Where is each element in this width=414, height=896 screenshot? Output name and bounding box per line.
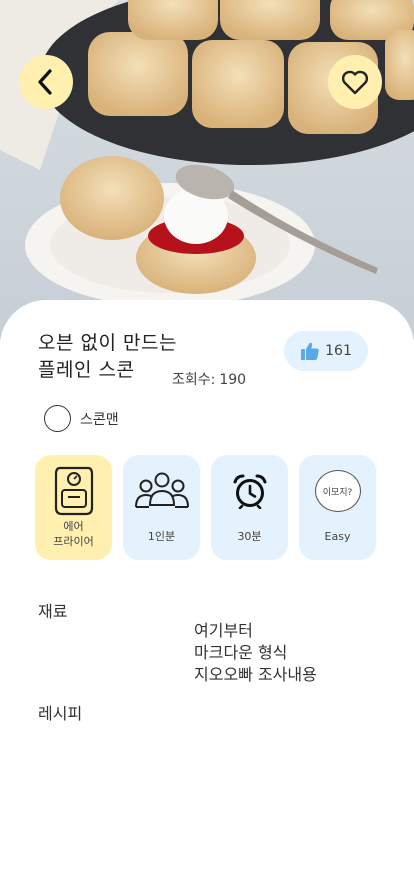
ingredients-heading: 재료 bbox=[38, 602, 68, 621]
tile-difficulty[interactable]: 이모지? Easy bbox=[299, 455, 376, 560]
view-count-label: 조회수: bbox=[172, 372, 216, 388]
recipe-title-line1: 오븐 없이 만드는 bbox=[38, 332, 177, 354]
view-count: 조회수: 190 bbox=[172, 369, 246, 389]
like-count: 161 bbox=[325, 343, 352, 359]
back-button[interactable] bbox=[19, 55, 73, 109]
recipe-heading: 레시피 bbox=[38, 704, 83, 723]
tile-cook-time[interactable]: 30분 bbox=[211, 455, 288, 560]
tile-servings-label: 1인분 bbox=[147, 530, 176, 543]
view-count-value: 190 bbox=[219, 372, 247, 388]
people-icon bbox=[134, 472, 189, 508]
tile-servings[interactable]: 1인분 bbox=[123, 455, 200, 560]
chevron-left-icon bbox=[38, 69, 52, 95]
tile-cooking-tool[interactable]: 에어 프라이어 bbox=[35, 455, 112, 560]
list-item: 지오오빠 조사내용 bbox=[194, 665, 317, 684]
author[interactable]: 스콘맨 bbox=[44, 405, 119, 432]
author-name: 스콘맨 bbox=[80, 411, 119, 428]
air-fryer-icon bbox=[54, 466, 93, 516]
recipe-title: 오븐 없이 만드는 플레인 스콘 bbox=[38, 330, 177, 384]
alarm-clock-icon bbox=[233, 474, 266, 509]
like-button[interactable]: 161 bbox=[284, 331, 368, 371]
tile-cook-time-label: 30분 bbox=[237, 530, 262, 543]
list-item: 여기부터 bbox=[194, 621, 253, 640]
scone-photo-illustration bbox=[0, 0, 414, 340]
hero-photo bbox=[0, 0, 414, 340]
tile-difficulty-label: Easy bbox=[324, 530, 351, 543]
difficulty-emoji-placeholder: 이모지? bbox=[314, 470, 361, 512]
favorite-button[interactable] bbox=[328, 55, 382, 109]
ingredients-list: 여기부터 마크다운 형식 지오오빠 조사내용 bbox=[194, 620, 317, 686]
list-item: 마크다운 형식 bbox=[194, 643, 288, 662]
tile-cooking-tool-label: 에어 프라이어 bbox=[53, 520, 94, 548]
thumbs-up-icon bbox=[301, 342, 319, 360]
avatar bbox=[44, 405, 71, 432]
recipe-title-line2: 플레인 스콘 bbox=[38, 359, 135, 381]
heart-icon bbox=[341, 70, 369, 95]
